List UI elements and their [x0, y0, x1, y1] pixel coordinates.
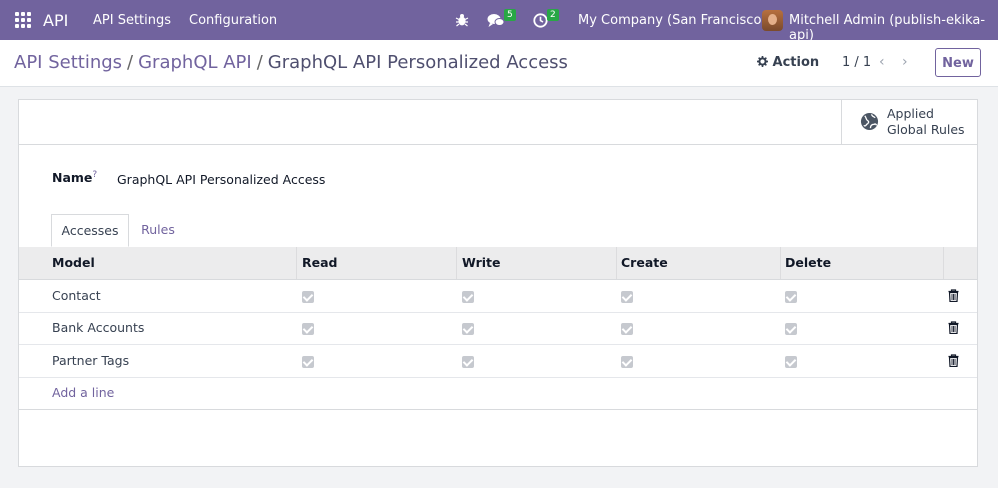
model-cell: Partner Tags: [52, 353, 130, 368]
create-checkbox[interactable]: [621, 291, 633, 303]
read-checkbox[interactable]: [302, 291, 314, 303]
company-switcher[interactable]: My Company (San Francisco): [578, 13, 766, 28]
header-write[interactable]: Write: [462, 255, 500, 270]
create-checkbox[interactable]: [621, 323, 633, 335]
model-cell: Bank Accounts: [52, 320, 145, 335]
delete-checkbox[interactable]: [785, 323, 797, 335]
table-row[interactable]: Bank Accounts: [19, 312, 977, 345]
smart-button-line2: Global Rules: [887, 122, 965, 137]
gear-icon: [757, 56, 768, 67]
header-delete[interactable]: Delete: [785, 255, 831, 270]
delete-checkbox[interactable]: [785, 356, 797, 368]
clock-icon[interactable]: [533, 13, 548, 28]
table-row[interactable]: Partner Tags: [19, 345, 977, 378]
header-model[interactable]: Model: [52, 255, 95, 270]
activities-badge: 2: [547, 9, 559, 21]
breadcrumb: API Settings / GraphQL API / GraphQL API Per…: [14, 52, 568, 73]
write-checkbox[interactable]: [462, 323, 474, 335]
action-label: Action: [772, 55, 820, 70]
menu-configuration[interactable]: Configuration: [189, 13, 277, 28]
breadcrumb-api-settings[interactable]: API Settings: [14, 52, 122, 73]
header-read[interactable]: Read: [302, 255, 338, 270]
action-menu-button[interactable]: Action: [757, 55, 819, 70]
name-field-value[interactable]: GraphQL API Personalized Access: [117, 172, 325, 187]
add-line-link[interactable]: Add a line: [52, 385, 114, 400]
chevron-right-icon[interactable]: ›: [902, 54, 908, 70]
chevron-left-icon[interactable]: ‹: [879, 54, 885, 70]
trash-icon[interactable]: [948, 321, 959, 334]
form-sheet: Applied Global Rules Name? GraphQL API P…: [18, 99, 978, 467]
top-navbar: API API Settings Configuration 5 2 My Co…: [0, 0, 998, 43]
read-checkbox[interactable]: [302, 356, 314, 368]
model-cell: Contact: [52, 288, 101, 303]
name-label-text: Name: [52, 170, 93, 186]
app-brand[interactable]: API: [43, 11, 68, 30]
write-checkbox[interactable]: [462, 291, 474, 303]
table-header: Model Read Write Create Delete: [19, 247, 977, 280]
new-button[interactable]: New: [935, 48, 981, 77]
breadcrumb-graphql-api[interactable]: GraphQL API: [138, 52, 252, 73]
user-avatar[interactable]: [762, 10, 783, 31]
tab-rules[interactable]: Rules: [133, 214, 183, 247]
notebook-tabs: Accesses Rules: [19, 214, 977, 248]
help-tooltip-icon[interactable]: ?: [92, 170, 97, 180]
user-menu[interactable]: Mitchell Admin (publish-ekika-api): [789, 13, 998, 43]
breadcrumb-current: GraphQL API Personalized Access: [267, 52, 568, 73]
read-checkbox[interactable]: [302, 323, 314, 335]
trash-icon[interactable]: [948, 354, 959, 367]
create-checkbox[interactable]: [621, 356, 633, 368]
menu-api-settings[interactable]: API Settings: [93, 13, 171, 28]
tab-accesses[interactable]: Accesses: [51, 214, 129, 247]
delete-checkbox[interactable]: [785, 291, 797, 303]
globe-icon: [860, 112, 879, 131]
table-bottom-divider: [19, 409, 977, 410]
table-row[interactable]: Contact: [19, 280, 977, 313]
header-create[interactable]: Create: [621, 255, 668, 270]
trash-icon[interactable]: [948, 289, 959, 302]
bug-icon[interactable]: [455, 13, 469, 27]
chat-icon[interactable]: [487, 13, 505, 28]
smart-button-line1: Applied: [887, 106, 934, 121]
applied-global-rules-button[interactable]: Applied Global Rules: [841, 100, 978, 144]
pager-value[interactable]: 1 / 1: [842, 55, 871, 70]
messages-badge: 5: [504, 9, 516, 21]
button-box: Applied Global Rules: [19, 100, 977, 145]
write-checkbox[interactable]: [462, 356, 474, 368]
name-field-label: Name?: [52, 170, 97, 185]
apps-grid-icon[interactable]: [15, 12, 31, 28]
